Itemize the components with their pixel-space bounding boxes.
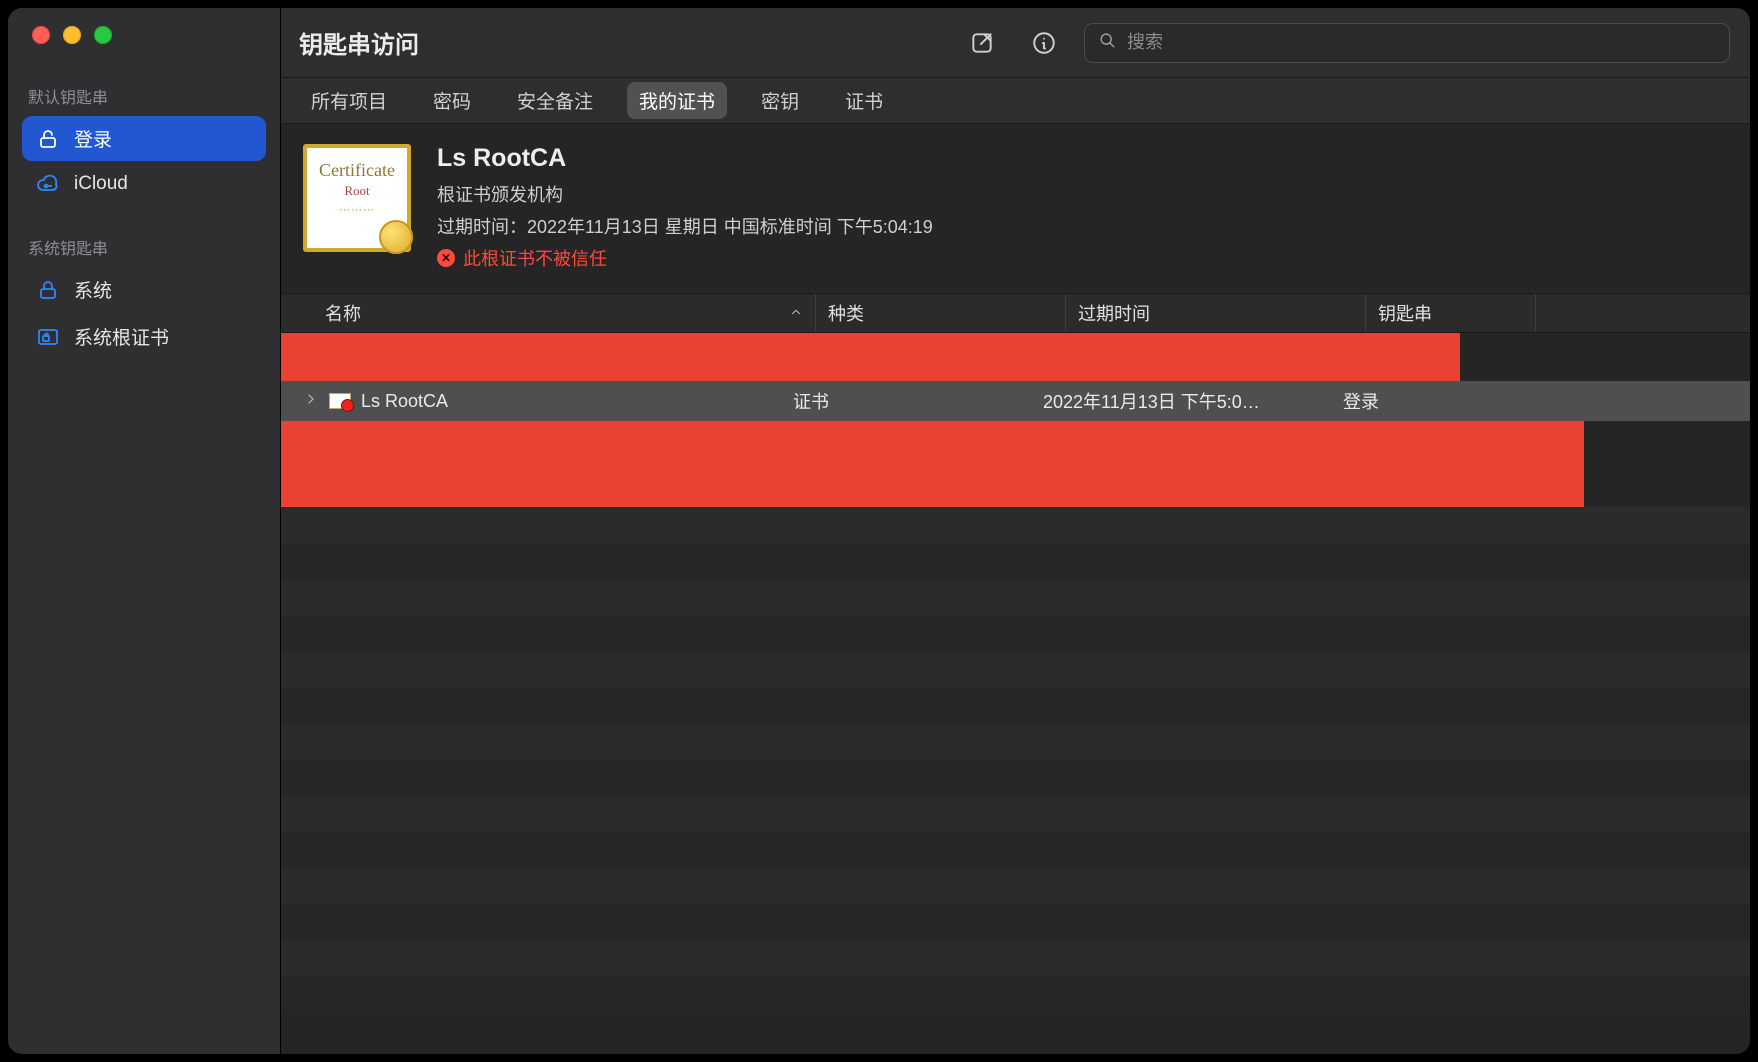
window-title: 钥匙串访问 — [299, 25, 419, 60]
cert-store-icon — [36, 325, 60, 349]
category-tabs: 所有项目 密码 安全备注 我的证书 密钥 证书 — [281, 78, 1750, 124]
column-label: 过期时间 — [1078, 300, 1150, 326]
sidebar-section-system: 系统钥匙串 — [8, 229, 280, 267]
sort-ascending-icon — [789, 303, 803, 324]
sidebar-item-label: 系统 — [74, 276, 112, 303]
tab-keys[interactable]: 密钥 — [749, 82, 811, 119]
tab-secure-notes[interactable]: 安全备注 — [505, 82, 605, 119]
cloud-key-icon — [36, 172, 60, 196]
error-icon — [437, 249, 455, 267]
tab-passwords[interactable]: 密码 — [421, 82, 483, 119]
tab-my-certificates[interactable]: 我的证书 — [627, 82, 727, 119]
unlock-icon — [36, 127, 60, 151]
cell-keychain: 登录 — [1343, 392, 1379, 412]
certificate-error-icon — [329, 393, 351, 409]
trust-warning-text: 此根证书不被信任 — [463, 245, 607, 271]
trust-warning: 此根证书不被信任 — [437, 245, 933, 271]
sidebar-item-login[interactable]: 登录 — [22, 116, 266, 161]
certificate-expiry: 过期时间：2022年11月13日 星期日 中国标准时间 下午5:04:19 — [437, 213, 933, 239]
chevron-right-icon[interactable] — [303, 391, 319, 412]
cell-kind: 证书 — [793, 392, 829, 412]
search-input[interactable] — [1127, 32, 1717, 53]
zoom-window-button[interactable] — [94, 26, 112, 44]
sidebar-item-label: iCloud — [74, 173, 128, 195]
search-icon — [1097, 30, 1117, 55]
table-body: Ls RootCA 证书 2022年11月13日 下午5:0… 登录 — [281, 333, 1750, 1011]
certificate-detail-text: Ls RootCA 根证书颁发机构 过期时间：2022年11月13日 星期日 中… — [437, 144, 933, 271]
sidebar: 默认钥匙串 登录 iCloud 系统钥匙串 系统 系统根证书 — [8, 8, 281, 1054]
redacted-row — [281, 421, 1584, 507]
lock-icon — [36, 278, 60, 302]
column-header-expiry[interactable]: 过期时间 — [1065, 294, 1365, 332]
certificate-detail: Certificate Root ⋯⋯⋯ Ls RootCA 根证书颁发机构 过… — [281, 124, 1750, 293]
column-header-keychain[interactable]: 钥匙串 — [1365, 294, 1535, 332]
info-icon[interactable] — [1022, 21, 1066, 65]
column-label: 名称 — [325, 300, 361, 326]
certificate-kind: 根证书颁发机构 — [437, 181, 933, 207]
sidebar-item-label: 登录 — [74, 125, 112, 152]
column-label: 钥匙串 — [1378, 300, 1432, 326]
table-row[interactable]: Ls RootCA 证书 2022年11月13日 下午5:0… 登录 — [281, 381, 1750, 421]
window-controls — [8, 26, 280, 44]
tab-all-items[interactable]: 所有项目 — [299, 82, 399, 119]
keychain-window: 默认钥匙串 登录 iCloud 系统钥匙串 系统 系统根证书 — [8, 8, 1750, 1054]
sidebar-item-icloud[interactable]: iCloud — [22, 163, 266, 205]
column-label: 种类 — [828, 300, 864, 326]
main-area: 钥匙串访问 所有项目 密码 安全备注 我的证书 密钥 证书 — [281, 8, 1750, 1054]
sidebar-item-system[interactable]: 系统 — [22, 267, 266, 312]
certificate-thumbnail-icon: Certificate Root ⋯⋯⋯ — [303, 144, 411, 252]
sidebar-item-system-roots[interactable]: 系统根证书 — [22, 314, 266, 359]
empty-rows — [281, 507, 1750, 1011]
close-window-button[interactable] — [32, 26, 50, 44]
sidebar-section-default: 默认钥匙串 — [8, 78, 280, 116]
sidebar-item-label: 系统根证书 — [74, 323, 169, 350]
column-header-name[interactable]: 名称 — [325, 294, 815, 332]
column-header-spacer — [1535, 294, 1750, 332]
cell-name: Ls RootCA — [361, 391, 448, 412]
certificate-name: Ls RootCA — [437, 144, 933, 173]
minimize-window-button[interactable] — [63, 26, 81, 44]
table-header: 名称 种类 过期时间 钥匙串 — [281, 293, 1750, 333]
search-field[interactable] — [1084, 23, 1730, 63]
title-bar: 钥匙串访问 — [281, 8, 1750, 78]
column-header-kind[interactable]: 种类 — [815, 294, 1065, 332]
tab-certificates[interactable]: 证书 — [833, 82, 895, 119]
redacted-row — [281, 333, 1460, 381]
cell-expiry: 2022年11月13日 下午5:0… — [1043, 392, 1260, 412]
compose-icon[interactable] — [960, 21, 1004, 65]
